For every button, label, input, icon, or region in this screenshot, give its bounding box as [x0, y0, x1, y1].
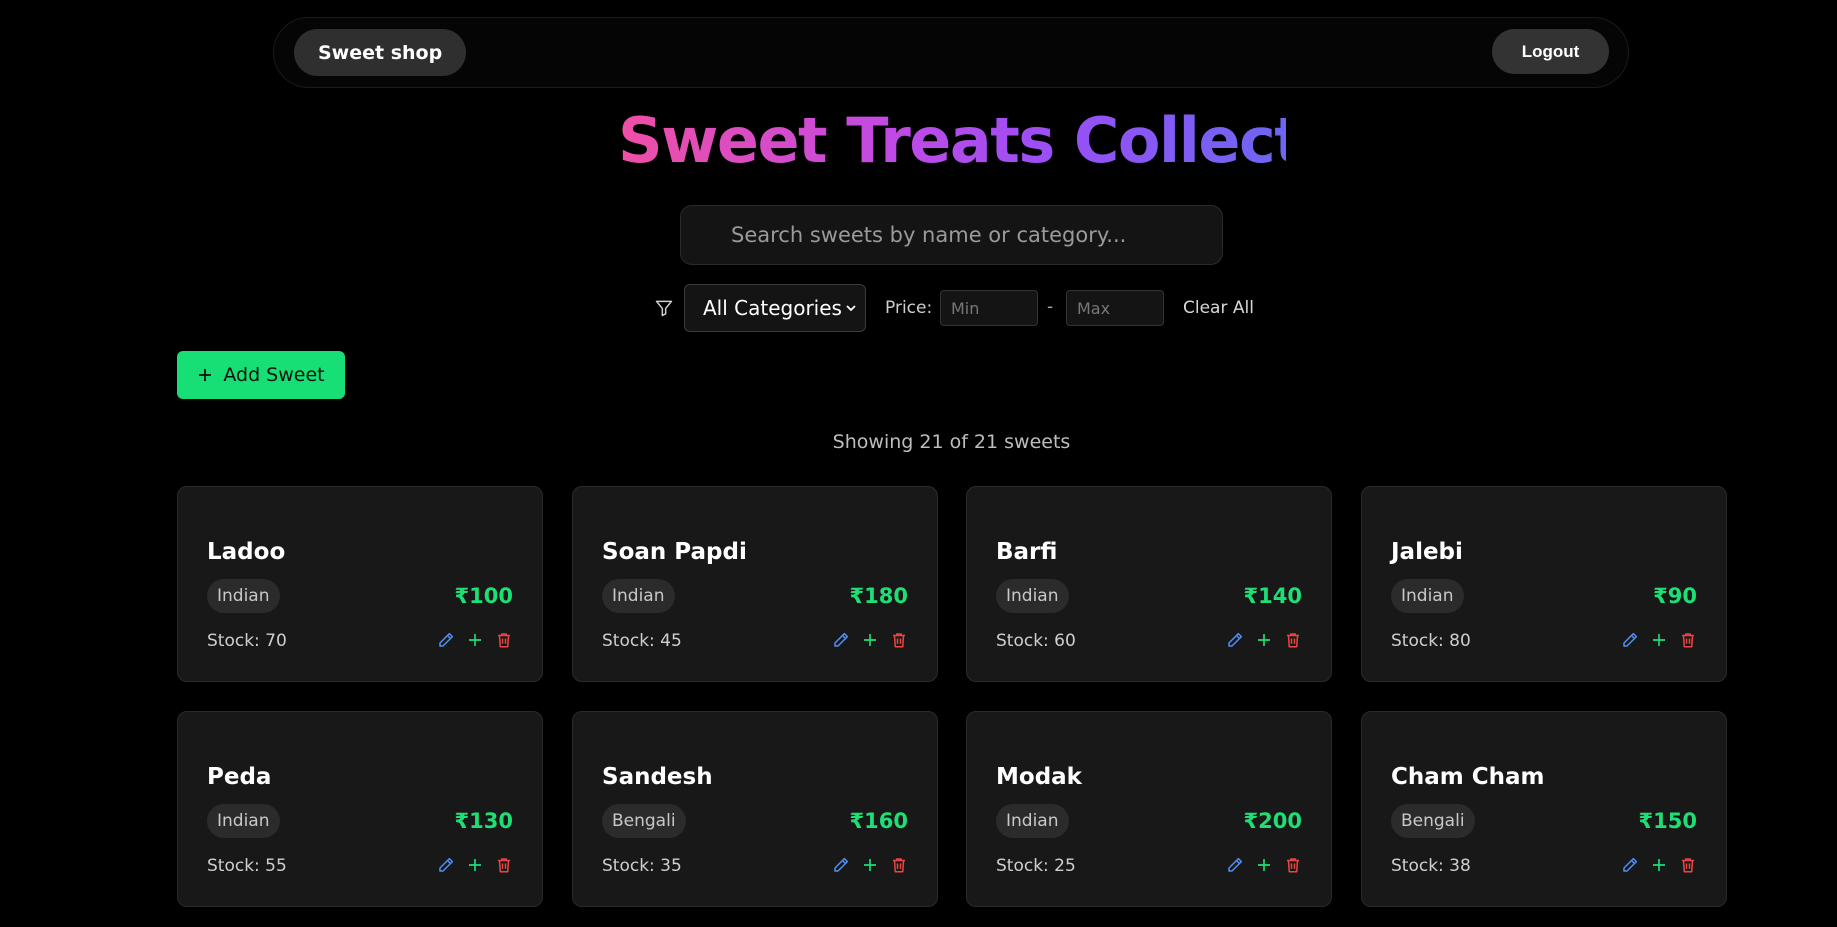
sweet-name: Soan Papdi	[602, 539, 747, 565]
edit-icon[interactable]	[832, 856, 850, 874]
delete-icon[interactable]	[890, 856, 908, 874]
sweet-price: ₹140	[1243, 584, 1302, 608]
edit-icon[interactable]	[1621, 856, 1639, 874]
sweet-stock: Stock: 45	[602, 631, 682, 651]
delete-icon[interactable]	[1679, 631, 1697, 649]
sweet-card: Peda Indian ₹130 Stock: 55	[177, 711, 543, 907]
edit-icon[interactable]	[832, 631, 850, 649]
category-badge: Bengali	[1391, 804, 1475, 838]
sweet-name: Jalebi	[1391, 539, 1463, 565]
sweet-name: Modak	[996, 764, 1082, 790]
edit-icon[interactable]	[437, 856, 455, 874]
card-actions	[1621, 631, 1697, 649]
edit-icon[interactable]	[437, 631, 455, 649]
add-sweet-button[interactable]: Add Sweet	[177, 351, 345, 399]
sweet-price: ₹90	[1653, 584, 1697, 608]
delete-icon[interactable]	[495, 631, 513, 649]
card-actions	[1621, 856, 1697, 874]
sweet-price: ₹180	[849, 584, 908, 608]
sweet-name: Cham Cham	[1391, 764, 1545, 790]
sweet-card: Ladoo Indian ₹100 Stock: 70	[177, 486, 543, 682]
sweet-price: ₹200	[1243, 809, 1302, 833]
sweet-stock: Stock: 35	[602, 856, 682, 876]
card-actions	[1226, 631, 1302, 649]
results-summary: Showing 21 of 21 sweets	[832, 431, 1071, 453]
restock-plus-icon[interactable]	[466, 631, 484, 649]
category-badge: Indian	[207, 804, 280, 838]
delete-icon[interactable]	[1679, 856, 1697, 874]
sweet-price: ₹150	[1638, 809, 1697, 833]
category-select[interactable]: All Categories	[684, 284, 866, 332]
sweet-card: Sandesh Bengali ₹160 Stock: 35	[572, 711, 938, 907]
sweet-price: ₹100	[454, 584, 513, 608]
category-badge: Indian	[207, 579, 280, 613]
card-actions	[832, 631, 908, 649]
category-badge: Indian	[996, 804, 1069, 838]
sweet-card: Barfi Indian ₹140 Stock: 60	[966, 486, 1332, 682]
sweet-stock: Stock: 70	[207, 631, 287, 651]
category-badge: Indian	[996, 579, 1069, 613]
sweet-name: Ladoo	[207, 539, 286, 565]
add-sweet-label: Add Sweet	[223, 364, 325, 386]
delete-icon[interactable]	[1284, 631, 1302, 649]
delete-icon[interactable]	[495, 856, 513, 874]
card-actions	[437, 631, 513, 649]
category-badge: Indian	[602, 579, 675, 613]
edit-icon[interactable]	[1226, 631, 1244, 649]
delete-icon[interactable]	[890, 631, 908, 649]
brand-button[interactable]: Sweet shop	[294, 29, 467, 76]
price-range-dash: -	[1047, 297, 1054, 317]
restock-plus-icon[interactable]	[861, 631, 879, 649]
edit-icon[interactable]	[1621, 631, 1639, 649]
price-label: Price:	[885, 298, 933, 318]
sweet-stock: Stock: 55	[207, 856, 287, 876]
logout-button[interactable]: Logout	[1492, 29, 1609, 74]
restock-plus-icon[interactable]	[1650, 856, 1668, 874]
sweet-price: ₹160	[849, 809, 908, 833]
clear-all-button[interactable]: Clear All	[1183, 298, 1254, 318]
restock-plus-icon[interactable]	[1255, 856, 1273, 874]
navbar: Sweet shop Logout	[273, 17, 1629, 88]
sweet-card: Cham Cham Bengali ₹150 Stock: 38	[1361, 711, 1727, 907]
sweet-name: Sandesh	[602, 764, 713, 790]
price-max-input[interactable]: Max	[1066, 290, 1164, 326]
sweet-name: Peda	[207, 764, 272, 790]
sweet-card: Modak Indian ₹200 Stock: 25	[966, 711, 1332, 907]
sweet-stock: Stock: 80	[1391, 631, 1471, 651]
sweet-stock: Stock: 60	[996, 631, 1076, 651]
sweet-stock: Stock: 38	[1391, 856, 1471, 876]
card-actions	[832, 856, 908, 874]
delete-icon[interactable]	[1284, 856, 1302, 874]
sweet-card: Soan Papdi Indian ₹180 Stock: 45	[572, 486, 938, 682]
sweet-price: ₹130	[454, 809, 513, 833]
restock-plus-icon[interactable]	[1255, 631, 1273, 649]
sweet-name: Barfi	[996, 539, 1058, 565]
edit-icon[interactable]	[1226, 856, 1244, 874]
restock-plus-icon[interactable]	[861, 856, 879, 874]
sweet-card: Jalebi Indian ₹90 Stock: 80	[1361, 486, 1727, 682]
category-badge: Indian	[1391, 579, 1464, 613]
page-title: Sweet Treats Collection	[618, 101, 1407, 181]
restock-plus-icon[interactable]	[1650, 631, 1668, 649]
chevron-down-icon	[846, 305, 856, 312]
price-min-input[interactable]: Min	[940, 290, 1038, 326]
filter-icon	[655, 300, 673, 317]
sweet-stock: Stock: 25	[996, 856, 1076, 876]
card-actions	[1226, 856, 1302, 874]
category-select-value: All Categories	[703, 296, 842, 320]
search-input[interactable]: Search sweets by name or category...	[680, 205, 1223, 265]
category-badge: Bengali	[602, 804, 686, 838]
page: Sweet shop Logout Sweet Treats Collectio…	[0, 0, 1837, 927]
restock-plus-icon[interactable]	[466, 856, 484, 874]
card-actions	[437, 856, 513, 874]
page-title-container: Sweet Treats Collection	[618, 101, 1407, 181]
plus-icon	[199, 369, 212, 381]
